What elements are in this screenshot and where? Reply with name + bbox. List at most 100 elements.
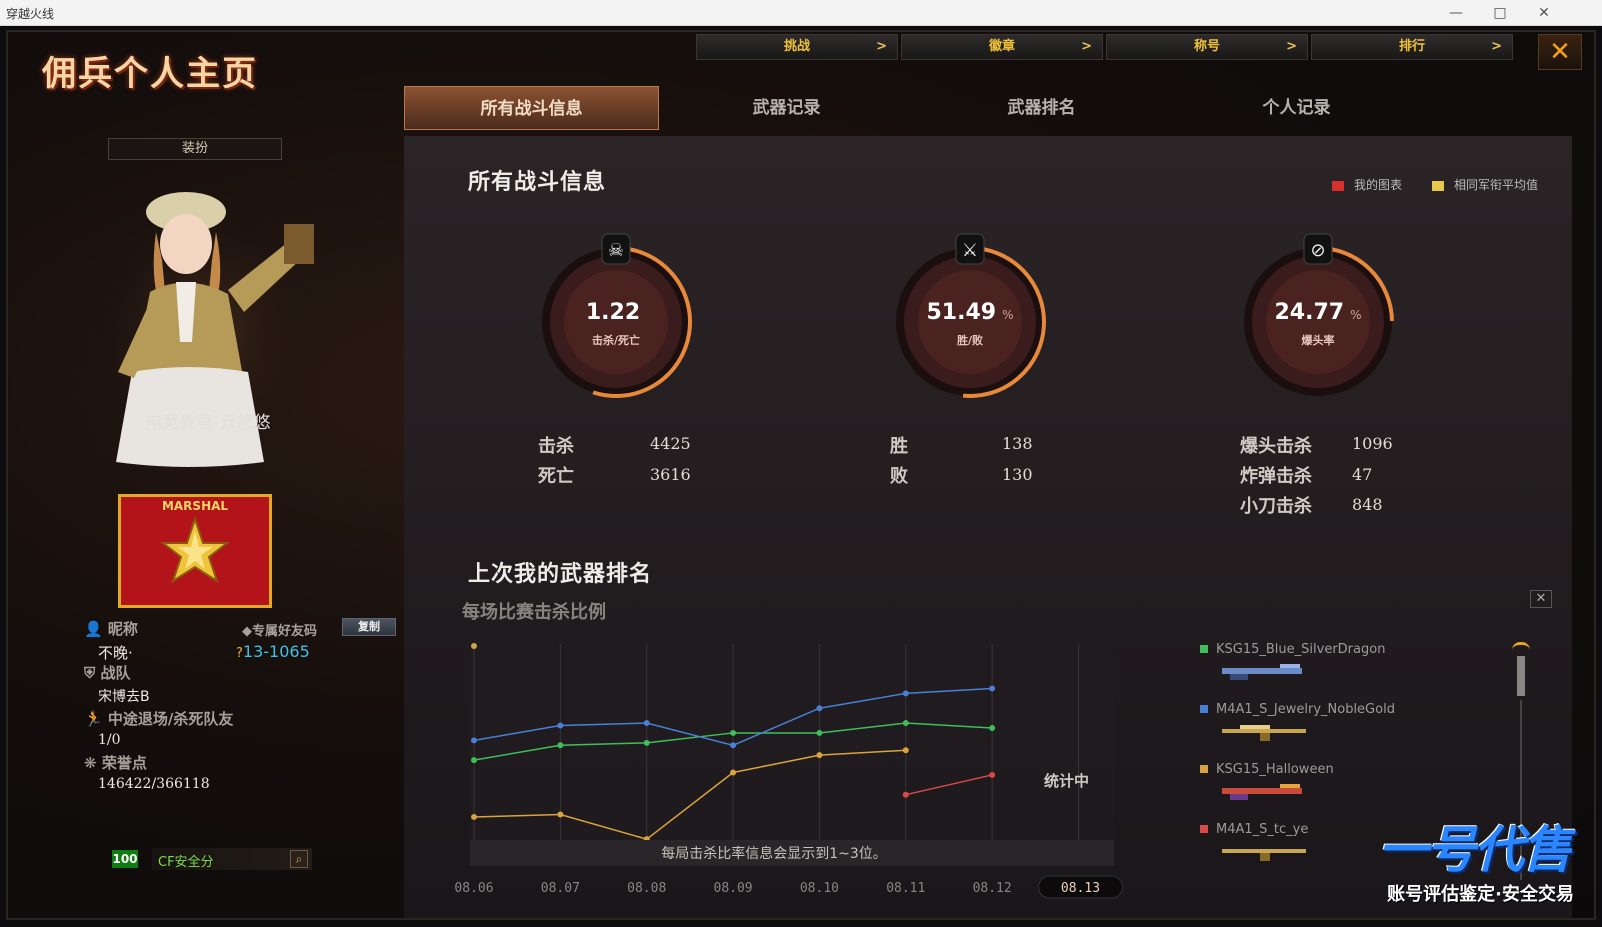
weapon-color-mark (1200, 705, 1208, 713)
gauge-number: 51.49 (926, 300, 997, 325)
gauge-value: 51.49% (890, 300, 1050, 325)
chevron-right-icon: > (1081, 39, 1092, 54)
scroll-thumb[interactable] (1517, 656, 1525, 696)
watermark: 一号代售 账号评估鉴定·安全交易 (1340, 810, 1580, 910)
nav-label: 挑战 (783, 39, 810, 54)
maximize-button[interactable]: □ (1480, 2, 1520, 24)
section-title-battle: 所有战斗信息 (468, 170, 607, 195)
section-title-weapon-rank: 上次我的武器排名 (468, 562, 653, 587)
help-icon: ? (236, 646, 243, 661)
rifle-icon (1222, 725, 1306, 741)
nav-badge-button[interactable]: 徽章 > (901, 34, 1103, 60)
kill-ratio-chart: 统计中每局击杀比率信息会显示到1~3位。 08.06 08.07 08.08 08.09… (454, 643, 1123, 899)
honor-label: 荣誉点 (101, 754, 147, 772)
headshot-value: 1096 (1352, 434, 1393, 453)
tab-weapon-records[interactable]: 武器记录 (659, 86, 914, 130)
gauge-label: 击杀/死亡 (591, 334, 641, 347)
wins-label: 胜 (890, 436, 908, 457)
watermark-tagline: 账号评估鉴定·安全交易 (1387, 884, 1574, 905)
page-title: 佣兵个人主页 (42, 54, 258, 94)
x-tick-label: 08.09 (714, 881, 753, 896)
weapon-item[interactable]: M4A1_S_Jewelry_NobleGold (1200, 702, 1395, 717)
chart-point (557, 742, 564, 749)
nav-title-button[interactable]: 称号 > (1106, 34, 1308, 60)
gauge-label: 胜/败 (956, 334, 984, 347)
chart-point (902, 747, 909, 754)
kills-value: 4425 (650, 434, 691, 453)
headshot-label: 爆头击杀 (1240, 436, 1312, 457)
chart-point (902, 720, 909, 727)
star-icon (160, 515, 230, 584)
quit-value: 1/0 (98, 732, 121, 748)
tab-weapon-ranking[interactable]: 武器排名 (914, 86, 1169, 130)
headshot-gauge: ⊘ 24.77% 爆头率 (1238, 232, 1398, 402)
tab-all-battle-info[interactable]: 所有战斗信息 (404, 86, 659, 130)
nav-ranking-button[interactable]: 排行 > (1311, 34, 1513, 60)
copy-friend-code-button[interactable]: 复制 (342, 618, 396, 636)
chart-subtitle: 每场比赛击杀比例 (462, 602, 606, 623)
team-header: ⛨ 战队 (84, 662, 131, 683)
panel-close-icon[interactable]: ✕ (1530, 590, 1552, 608)
nav-label: 称号 (1193, 39, 1220, 54)
x-tick-label: 08.13 (1061, 881, 1100, 896)
chart-point (730, 742, 737, 749)
shield-icon: ⛨ (84, 664, 96, 682)
honor-value: 146422/366118 (98, 776, 210, 792)
weapon-item[interactable]: KSG15_Blue_SilverDragon (1200, 642, 1385, 657)
legend-label: 相同军衔平均值 (1453, 178, 1538, 192)
chart-point (816, 705, 823, 712)
character-name: 电竞教官-云悠悠 (145, 413, 271, 433)
gauge-value: 1.22 (536, 300, 696, 325)
os-titlebar: 穿越火线 — □ ✕ (0, 0, 1602, 26)
weapon-name: KSG15_Halloween (1216, 762, 1334, 777)
runner-icon: 🏃 (84, 710, 103, 728)
chart-status-text: 统计中 (1044, 772, 1089, 790)
shotgun-icon (1222, 784, 1302, 800)
rifle-icon (1222, 849, 1306, 861)
gauge-number: 24.77 (1274, 300, 1345, 325)
close-icon[interactable]: ✕ (1538, 34, 1582, 70)
weapon-item[interactable]: M4A1_S_tc_ye (1200, 822, 1308, 837)
chart-point (902, 791, 909, 798)
scroll-up-icon[interactable] (1512, 642, 1530, 650)
os-window-title: 穿越火线 (6, 7, 55, 21)
magnifier-icon[interactable]: ⌕ (290, 850, 308, 868)
tab-personal-records[interactable]: 个人记录 (1169, 86, 1424, 130)
nav-challenge-button[interactable]: 挑战 > (696, 34, 898, 60)
chart-point (816, 729, 823, 736)
outfit-button[interactable]: 装扮 (108, 138, 282, 160)
legend-label: 我的图表 (1353, 178, 1402, 192)
legend-item-average: 相同军衔平均值 (1431, 176, 1538, 193)
wins-value: 138 (1002, 434, 1033, 453)
win-rate-gauge: ⚔ 51.49% 胜/败 (890, 232, 1050, 402)
minimize-button[interactable]: — (1436, 2, 1476, 24)
team-value: 宋博去B (98, 689, 150, 705)
x-tick-label: 08.10 (800, 881, 839, 896)
team-label: 战队 (100, 664, 131, 682)
wreath-icon: ❋ (84, 754, 97, 772)
chart-point (471, 813, 477, 820)
safety-score-bar: 100 CF安全分 ⌕ (112, 848, 312, 870)
weapon-color-mark (1200, 825, 1208, 833)
os-close-button[interactable]: ✕ (1524, 2, 1564, 24)
chart-legend: 我的图表 相同军衔平均值 (1331, 176, 1538, 193)
watermark-brand: 一号代售 (1378, 821, 1572, 879)
chart-point (557, 722, 564, 729)
kd-gauge: ☠ 1.22 击杀/死亡 (536, 232, 696, 402)
tab-bar: 所有战斗信息 武器记录 武器排名 个人记录 (404, 86, 1424, 130)
safety-label: CF安全分 (158, 855, 214, 870)
nickname-value: 不晚· (98, 644, 133, 662)
chart-origin-marker (471, 643, 477, 649)
nickname-header: 👤 昵称 (84, 618, 138, 639)
nickname-label: 昵称 (107, 620, 138, 638)
quit-label: 中途退场/杀死队友 (107, 710, 234, 728)
chart-point (643, 739, 650, 746)
nav-label: 排行 (1398, 39, 1425, 54)
bomb-label: 炸弹击杀 (1240, 466, 1312, 487)
nav-label: 徽章 (988, 39, 1015, 54)
weapon-item[interactable]: KSG15_Halloween (1200, 762, 1334, 777)
chevron-right-icon: > (876, 39, 887, 54)
chart-point (902, 690, 909, 697)
chart-note: 每局击杀比率信息会显示到1~3位。 (661, 845, 887, 862)
friend-code-text: 13-1065 (242, 642, 310, 661)
